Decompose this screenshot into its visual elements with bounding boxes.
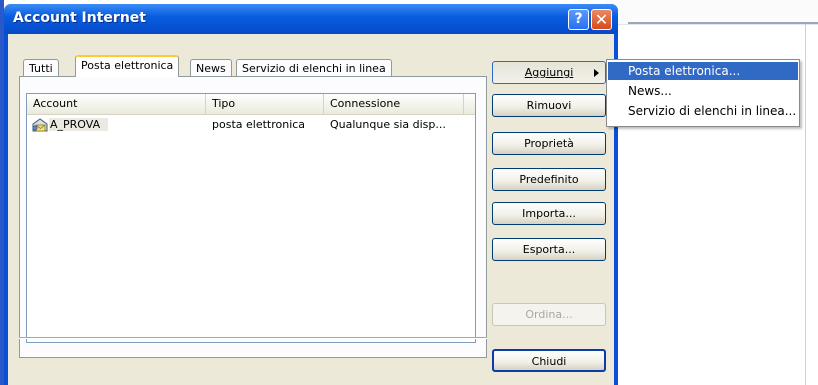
- menu-item-posta-elettronica[interactable]: Posta elettronica...: [608, 62, 798, 80]
- table-row[interactable]: A_PROVA posta elettronica Qualunque sia …: [29, 117, 469, 133]
- ordina-button[interactable]: Ordina...: [492, 303, 606, 326]
- tipo-cell: posta elettronica: [212, 118, 306, 131]
- predefinito-button[interactable]: Predefinito: [492, 168, 606, 191]
- column-header-label: Tipo: [212, 97, 236, 110]
- help-icon: ?: [574, 11, 583, 27]
- mail-account-icon: [32, 118, 48, 132]
- dialog-titlebar[interactable]: Account Internet ? ✕: [4, 4, 618, 34]
- chiudi-button[interactable]: Chiudi: [492, 349, 606, 372]
- close-icon: ✕: [594, 10, 609, 29]
- dialog-separator: [19, 337, 487, 339]
- background-window: [605, 0, 818, 385]
- button-label: Rimuovi: [526, 99, 572, 112]
- menu-item-servizio-elenchi[interactable]: Servizio di elenchi in linea...: [608, 102, 798, 120]
- close-button[interactable]: ✕: [591, 9, 612, 30]
- column-header-label: Connessione: [330, 97, 401, 110]
- dialog-client-area: Tutti Posta elettronica News Servizio di…: [8, 34, 614, 385]
- background-window-divider: [628, 22, 818, 24]
- listview-header: Account Tipo Connessione: [27, 94, 475, 115]
- button-label: Proprietà: [524, 137, 574, 150]
- rimuovi-button[interactable]: Rimuovi: [492, 94, 606, 117]
- column-header-label: Account: [33, 97, 78, 110]
- button-label: Predefinito: [519, 173, 579, 186]
- menu-item-label: Servizio di elenchi in linea...: [628, 104, 797, 118]
- importa-button[interactable]: Importa...: [492, 202, 606, 225]
- column-header-connessione[interactable]: Connessione: [324, 94, 464, 114]
- account-name: A_PROVA: [49, 118, 109, 131]
- connessione-cell: Qualunque sia disp...: [330, 118, 446, 131]
- tab-news[interactable]: News: [190, 59, 232, 77]
- tab-servizio-elenchi[interactable]: Servizio di elenchi in linea: [236, 59, 392, 77]
- account-cell: A_PROVA: [29, 117, 109, 133]
- accounts-listview[interactable]: Account Tipo Connessione A_PROVA posta e…: [26, 93, 476, 343]
- button-label: Importa...: [522, 207, 576, 220]
- tab-posta-elettronica[interactable]: Posta elettronica: [75, 55, 180, 77]
- menu-item-label: News...: [628, 84, 672, 98]
- tab-label: News: [196, 62, 226, 75]
- esporta-button[interactable]: Esporta...: [492, 238, 606, 261]
- menu-item-news[interactable]: News...: [608, 82, 798, 100]
- aggiungi-popup-menu: Posta elettronica... News... Servizio di…: [606, 59, 800, 127]
- submenu-arrow-icon: [594, 69, 599, 77]
- tab-label: Posta elettronica: [81, 59, 174, 72]
- tab-label: Servizio di elenchi in linea: [242, 62, 386, 75]
- help-button[interactable]: ?: [568, 9, 589, 30]
- menu-item-label: Posta elettronica...: [628, 64, 741, 78]
- button-label: Aggiungi: [524, 66, 574, 79]
- dialog-title: Account Internet: [13, 10, 146, 26]
- aggiungi-button[interactable]: Aggiungi: [492, 61, 606, 84]
- column-header-tipo[interactable]: Tipo: [206, 94, 324, 114]
- column-header-account[interactable]: Account: [27, 94, 206, 114]
- proprieta-button[interactable]: Proprietà: [492, 132, 606, 155]
- background-window-scroll-edge: [805, 24, 806, 385]
- button-label: Chiudi: [531, 355, 567, 368]
- button-label: Ordina...: [525, 308, 573, 321]
- tab-tutti[interactable]: Tutti: [23, 59, 59, 77]
- button-label: Esporta...: [522, 243, 576, 256]
- tab-label: Tutti: [29, 62, 53, 75]
- account-internet-dialog: Account Internet ? ✕ Tutti Posta elettro…: [4, 4, 618, 385]
